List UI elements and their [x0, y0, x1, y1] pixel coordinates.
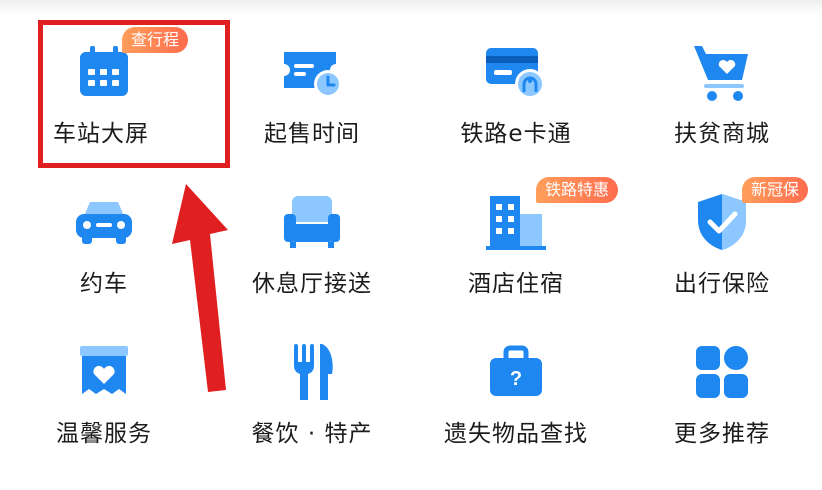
grid-item-label: 扶贫商城 — [674, 121, 770, 147]
badge-rail-deal: 铁路特惠 — [536, 177, 619, 203]
grid-item-travel-insurance[interactable]: 出行保险 — [622, 190, 822, 340]
grid-item-label: 遗失物品查找 — [444, 421, 588, 447]
grid-item-label: 酒店住宿 — [468, 271, 564, 297]
shopping-cart-icon — [690, 40, 754, 104]
grid-item-rail-ecard[interactable]: 铁路e卡通 — [416, 40, 616, 190]
grid-item-label: 餐饮 · 特产 — [251, 421, 373, 447]
grid-item-label: 更多推荐 — [674, 421, 770, 447]
grid-item-label: 铁路e卡通 — [460, 121, 572, 147]
grid-item-label: 起售时间 — [264, 121, 360, 147]
lost-bag-icon: ? — [484, 340, 548, 404]
car-icon — [72, 190, 136, 254]
annotation-highlight-box — [38, 20, 230, 168]
grid-item-lost-found[interactable]: ? 遗失物品查找 — [416, 340, 616, 490]
grid-item-more[interactable]: 更多推荐 — [622, 340, 822, 490]
grid-item-hotel[interactable]: 酒店住宿 — [416, 190, 616, 340]
badge-covid-insurance: 新冠保 — [742, 177, 809, 203]
grid-item-sale-time[interactable]: 起售时间 — [212, 40, 412, 190]
more-grid-icon — [690, 340, 754, 404]
annotation-arrow-icon — [172, 184, 228, 392]
grid-item-label: 出行保险 — [674, 271, 770, 297]
fork-knife-icon — [280, 340, 344, 404]
svg-text:?: ? — [510, 368, 522, 390]
grid-item-poverty-mall[interactable]: 扶贫商城 — [622, 40, 822, 190]
ticket-clock-icon — [280, 40, 344, 104]
heart-box-icon — [72, 340, 136, 404]
grid-item-label: 温馨服务 — [56, 421, 152, 447]
rail-card-icon — [484, 40, 548, 104]
sofa-icon — [280, 190, 344, 254]
